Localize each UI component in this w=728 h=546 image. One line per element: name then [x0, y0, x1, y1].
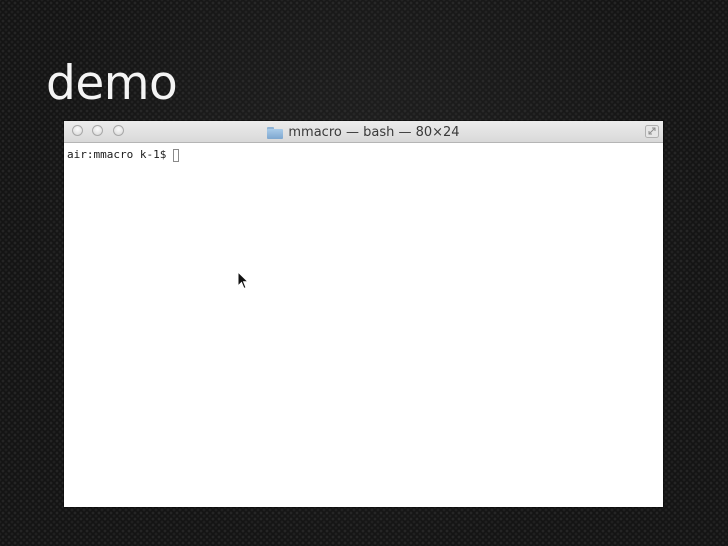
text-cursor	[173, 149, 180, 162]
prompt-line: air:mmacro k-1$	[67, 147, 180, 163]
window-title: mmacro — bash — 80×24	[288, 124, 460, 140]
mouse-pointer-icon	[237, 271, 249, 290]
terminal-window[interactable]: mmacro — bash — 80×24 air:mmacro k-1$	[64, 121, 663, 507]
shell-prompt: air:mmacro k-1$	[67, 148, 167, 161]
slide-title: demo	[46, 56, 178, 111]
window-title-group: mmacro — bash — 80×24	[64, 121, 663, 143]
terminal-titlebar[interactable]: mmacro — bash — 80×24	[64, 121, 663, 143]
terminal-content[interactable]: air:mmacro k-1$	[64, 143, 663, 507]
resize-icon[interactable]	[645, 125, 659, 138]
folder-icon	[267, 126, 284, 139]
